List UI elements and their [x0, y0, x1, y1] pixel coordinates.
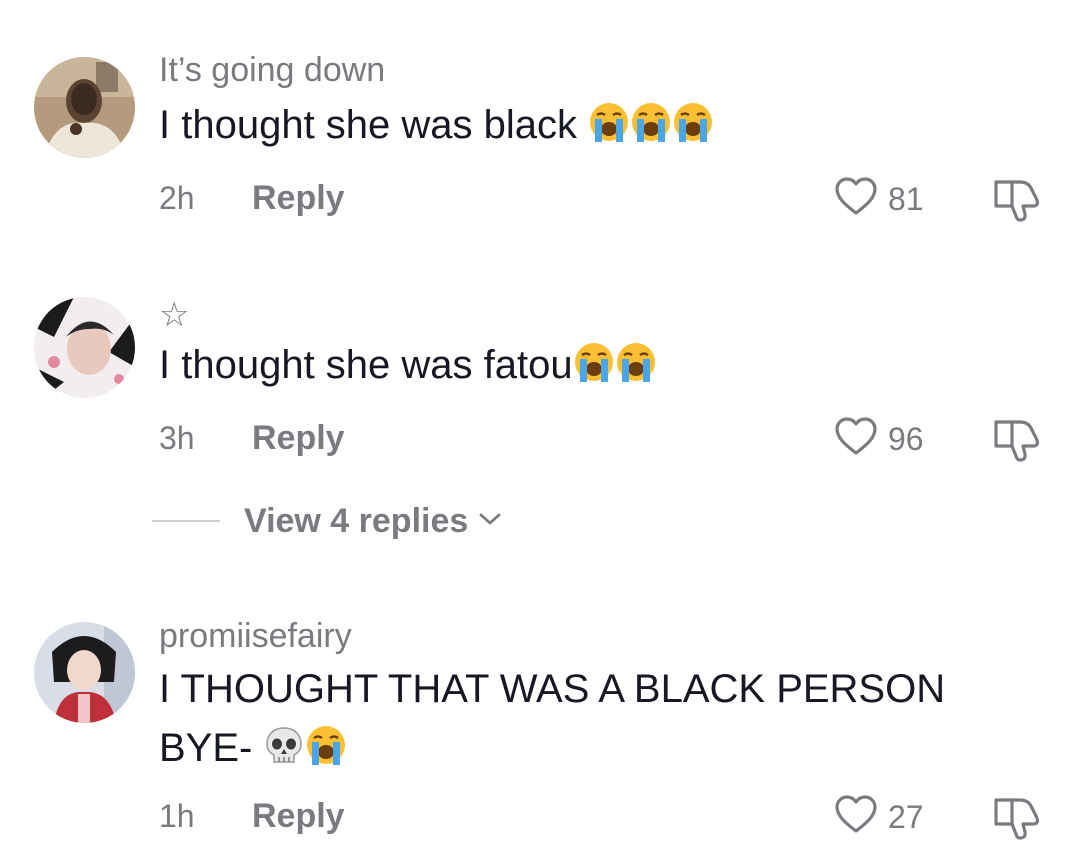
comment-timestamp: 2h — [159, 180, 195, 216]
dislike-button[interactable] — [992, 794, 1044, 845]
comment-username[interactable]: ☆ — [159, 295, 189, 335]
like-button[interactable]: 81 — [834, 176, 924, 221]
comment-text: I THOUGHT THAT WAS A BLACK PERSON BYE- — [159, 660, 999, 778]
loudly-crying-face-emoji — [615, 342, 657, 384]
like-count: 96 — [888, 420, 924, 457]
thumbs-down-icon — [992, 180, 1044, 226]
avatar[interactable] — [34, 622, 135, 723]
like-count: 81 — [888, 180, 924, 217]
comment-text: I thought she was fatou — [159, 336, 1039, 395]
avatar[interactable] — [34, 57, 135, 158]
avatar[interactable] — [34, 297, 135, 398]
loudly-crying-face-emoji — [630, 102, 672, 144]
loudly-crying-face-emoji — [305, 725, 347, 767]
chevron-down-icon — [478, 511, 502, 532]
reply-button[interactable]: Reply — [252, 418, 345, 458]
comment-text-content: I thought she was black — [159, 103, 578, 147]
thumbs-down-icon — [992, 798, 1044, 844]
heart-icon — [834, 794, 878, 839]
like-button[interactable]: 27 — [834, 794, 924, 839]
comment-timestamp: 1h — [159, 798, 195, 834]
comment-username[interactable]: promiisefairy — [159, 616, 352, 656]
reply-button[interactable]: Reply — [252, 796, 345, 836]
like-count: 27 — [888, 798, 924, 835]
skull-emoji — [263, 725, 305, 767]
divider-line — [152, 520, 220, 522]
reply-button[interactable]: Reply — [252, 178, 345, 218]
comment-timestamp: 3h — [159, 420, 195, 456]
view-replies-button[interactable]: View 4 replies — [152, 501, 502, 541]
loudly-crying-face-emoji — [573, 342, 615, 384]
dislike-button[interactable] — [992, 416, 1044, 467]
dislike-button[interactable] — [992, 176, 1044, 227]
like-button[interactable]: 96 — [834, 416, 924, 461]
comment-text: I thought she was black — [159, 96, 1039, 155]
loudly-crying-face-emoji — [588, 102, 630, 144]
thumbs-down-icon — [992, 420, 1044, 466]
comment-text-content: I thought she was fatou — [159, 343, 573, 387]
heart-icon — [834, 416, 878, 461]
loudly-crying-face-emoji — [672, 102, 714, 144]
view-replies-label: View 4 replies — [244, 502, 469, 540]
heart-icon — [834, 176, 878, 221]
comment-username[interactable]: It’s going down — [159, 50, 385, 90]
